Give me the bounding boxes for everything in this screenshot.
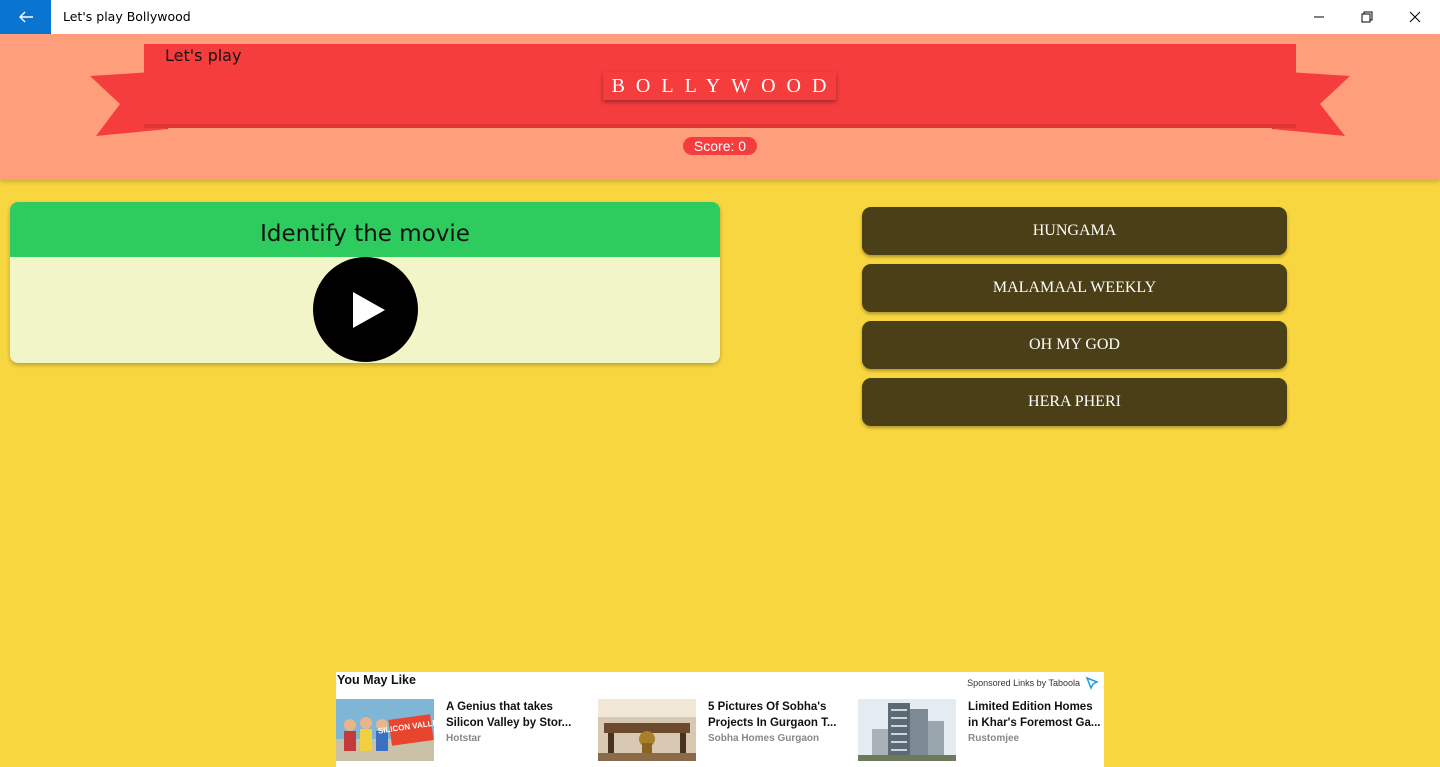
ad-thumbnail: [858, 699, 956, 761]
ad-headline: A Genius that takes Silicon Valley by St…: [446, 701, 572, 729]
ads-title: You May Like: [337, 673, 416, 687]
ad-item[interactable]: SILICON VALLEY A Genius that takes Silic…: [336, 699, 586, 761]
ad-source: Hotstar: [446, 733, 482, 744]
ad-thumbnail: [598, 699, 696, 761]
ad-headline: Limited Edition Homes in Khar's Foremost…: [968, 701, 1101, 729]
window-title: Let's play Bollywood: [63, 9, 191, 24]
ad-item[interactable]: 5 Pictures Of Sobha's Projects In Gurgao…: [598, 699, 848, 761]
ad-headline: 5 Pictures Of Sobha's Projects In Gurgao…: [708, 701, 837, 729]
sponsored-label[interactable]: Sponsored Links by Taboola: [967, 678, 1080, 688]
answer-list: HUNGAMA MALAMAAL WEEKLY OH MY GOD HERA P…: [862, 207, 1287, 435]
ad-source: Rustomjee: [968, 733, 1020, 744]
question-prompt: Identify the movie: [10, 202, 720, 257]
ad-strip: You May Like Sponsored Links by Taboola …: [336, 672, 1104, 767]
close-icon: [1409, 11, 1421, 23]
header-subtitle: Let's play: [165, 46, 242, 65]
ad-item[interactable]: Limited Edition Homes in Khar's Foremost…: [858, 699, 1108, 761]
question-card: Identify the movie: [10, 202, 720, 363]
answer-button[interactable]: MALAMAAL WEEKLY: [862, 264, 1287, 312]
score-badge: Score: 0: [683, 137, 757, 155]
minimize-icon: [1314, 16, 1324, 18]
taboola-icon[interactable]: [1085, 676, 1099, 690]
ad-thumbnail: SILICON VALLEY: [336, 699, 434, 761]
answer-button[interactable]: OH MY GOD: [862, 321, 1287, 369]
header-banner: Let's play BOLLYWOOD Score: 0: [0, 34, 1440, 180]
play-icon: [353, 291, 385, 328]
play-button[interactable]: [313, 257, 418, 362]
back-arrow-icon: [18, 11, 33, 23]
restore-button[interactable]: [1344, 0, 1390, 34]
restore-icon: [1361, 11, 1373, 23]
app-title: BOLLYWOOD: [603, 72, 836, 100]
close-button[interactable]: [1392, 0, 1438, 34]
answer-button[interactable]: HERA PHERI: [862, 378, 1287, 426]
back-button[interactable]: [0, 0, 51, 34]
title-bar: Let's play Bollywood: [0, 0, 1440, 34]
answer-button[interactable]: HUNGAMA: [862, 207, 1287, 255]
minimize-button[interactable]: [1296, 0, 1342, 34]
ad-source: Sobha Homes Gurgaon: [708, 733, 820, 744]
